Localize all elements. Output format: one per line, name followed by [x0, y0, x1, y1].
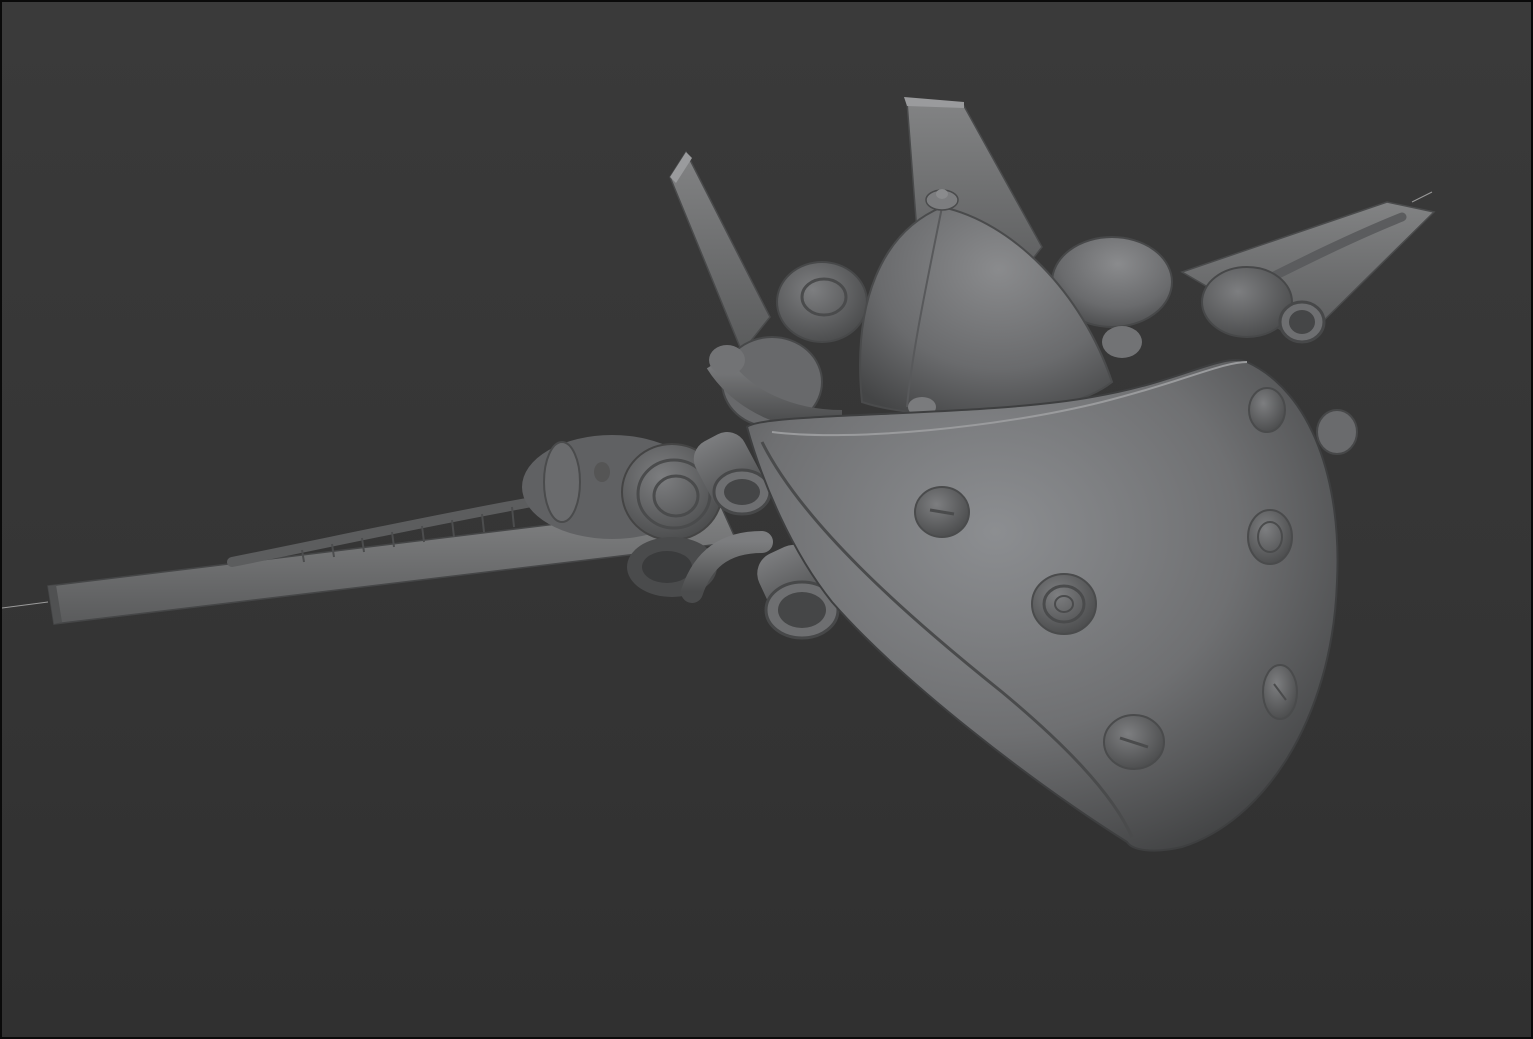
left-engine-pod	[522, 435, 723, 541]
port-icon	[914, 486, 970, 538]
port-icon	[1248, 387, 1286, 433]
3d-viewport[interactable]	[0, 0, 1533, 1039]
left-tail-fin	[669, 150, 771, 354]
port-icon	[1031, 573, 1097, 635]
port-icon	[1103, 714, 1165, 770]
port-icon	[1247, 509, 1293, 565]
port-icon	[1262, 664, 1298, 720]
spaceship-model[interactable]	[2, 2, 1533, 1039]
